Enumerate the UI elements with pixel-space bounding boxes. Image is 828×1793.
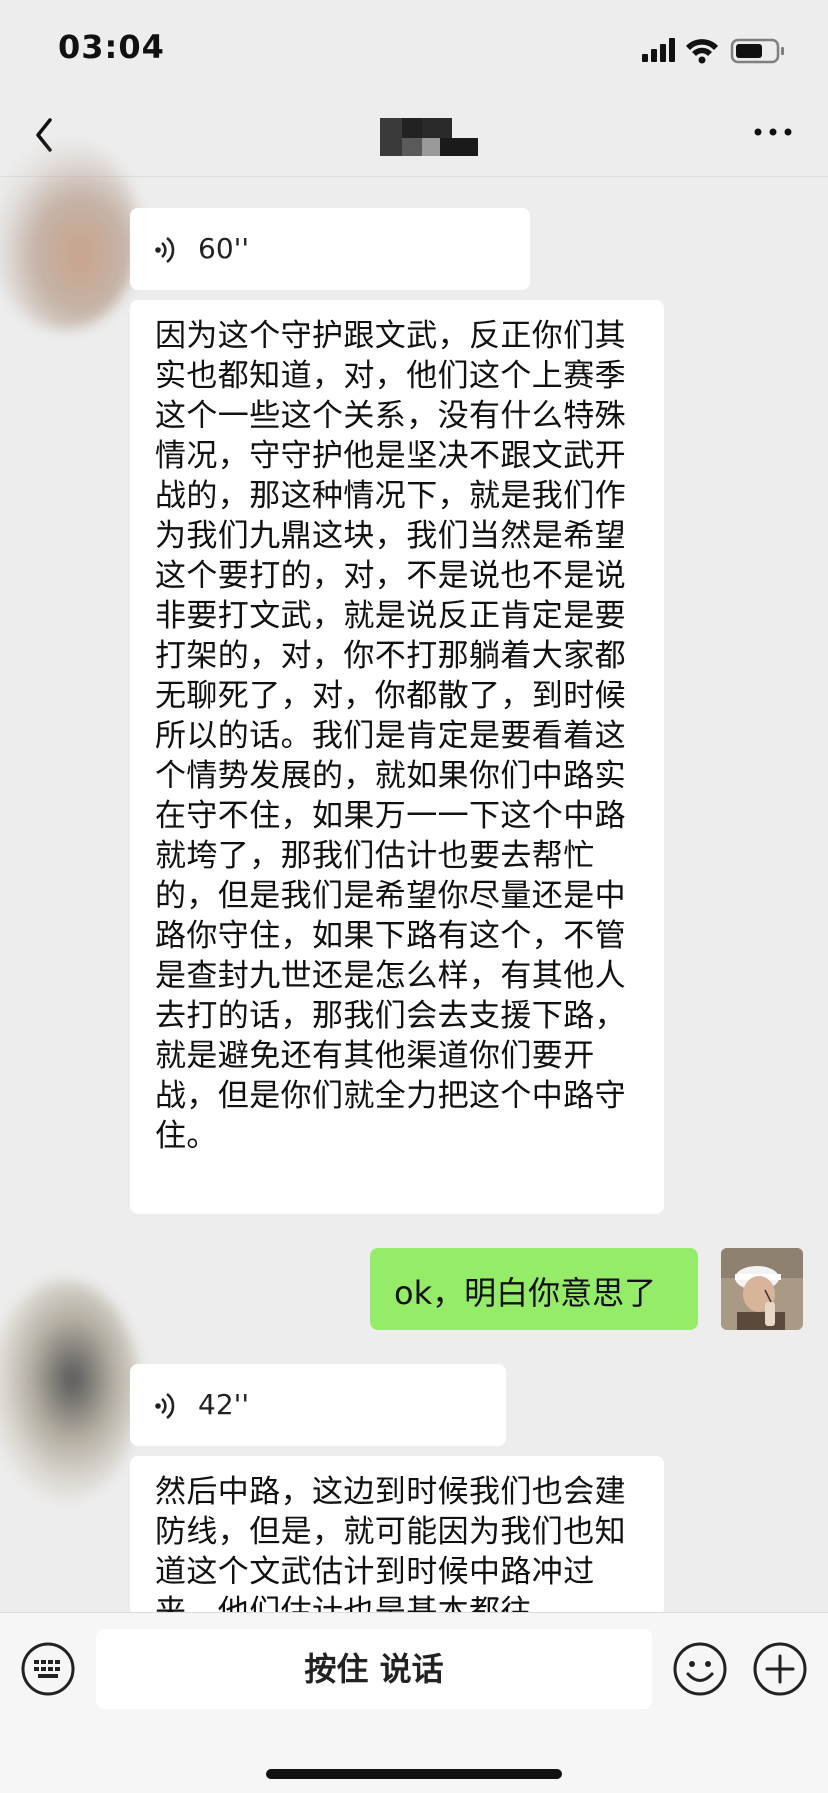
- hold-to-talk-button[interactable]: 按住 说话: [96, 1629, 652, 1709]
- voice-wave-icon: [155, 236, 175, 264]
- voice-message-bubble[interactable]: 42'': [130, 1364, 506, 1446]
- keyboard-icon[interactable]: [20, 1641, 76, 1697]
- home-indicator: [266, 1769, 562, 1779]
- voice-transcript[interactable]: 因为这个守护跟文武，反正你们其实也都知道，对，他们这个上赛季这个一些这个关系，没…: [130, 300, 664, 1214]
- voice-duration: 60'': [198, 232, 250, 265]
- voice-message-bubble[interactable]: 60'': [130, 208, 530, 290]
- more-options-icon[interactable]: [752, 116, 794, 146]
- emoji-icon[interactable]: [672, 1641, 728, 1697]
- plus-icon[interactable]: [752, 1641, 808, 1697]
- status-bar: 03:04: [0, 0, 828, 100]
- nav-bar: [0, 100, 828, 177]
- status-time: 03:04: [58, 28, 165, 66]
- sent-message-bubble[interactable]: ok，明白你意思了: [370, 1248, 698, 1330]
- status-icons: [642, 38, 784, 64]
- input-bar: 按住 说话: [0, 1612, 828, 1793]
- contact-name-pixelated: [380, 118, 480, 160]
- contact-avatar-blurred[interactable]: [0, 140, 140, 330]
- voice-wave-icon: [155, 1392, 175, 1420]
- voice-duration: 42'': [198, 1388, 250, 1421]
- battery-icon: [730, 38, 784, 64]
- my-avatar[interactable]: [721, 1248, 803, 1330]
- contact-avatar-blurred[interactable]: [0, 1280, 140, 1500]
- cellular-signal-icon: [642, 38, 675, 62]
- voice-transcript[interactable]: 然后中路，这边到时候我们也会建防线，但是，就可能因为我们也知道这个文武估计到时候…: [130, 1456, 664, 1616]
- wifi-icon: [686, 39, 718, 64]
